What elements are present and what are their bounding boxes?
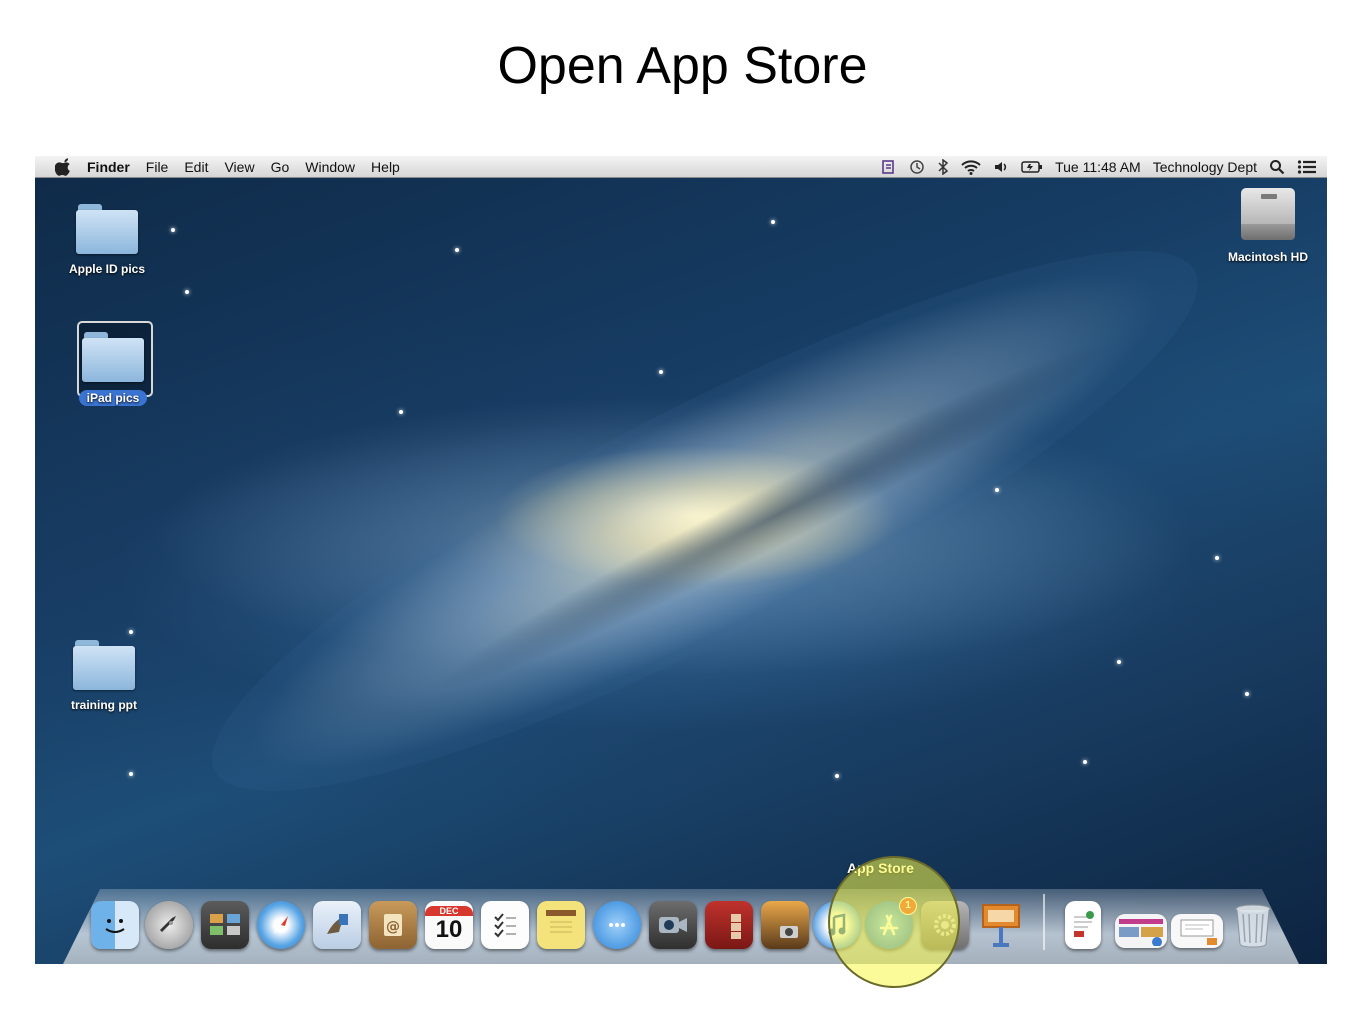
calendar-day: 10 [435,916,463,943]
hard-drive-icon [1241,188,1295,242]
app-store-icon[interactable]: 1 [865,897,917,949]
mail-icon[interactable] [313,901,361,949]
notification-center-icon[interactable] [1297,159,1317,175]
safari-icon[interactable] [257,901,305,949]
trash-icon[interactable] [1229,901,1277,949]
messages-icon[interactable] [593,901,641,949]
facetime-icon[interactable] [649,901,697,949]
folder-icon [76,204,138,254]
battery-icon[interactable] [1021,160,1043,174]
desktop-folder-apple-id-pics[interactable]: Apple ID pics [52,204,162,276]
slide-title: Open App Store [497,37,868,95]
menu-go[interactable]: Go [271,159,290,175]
menu-finder[interactable]: Finder [87,159,130,175]
menu-window[interactable]: Window [305,159,355,175]
finder-icon[interactable] [91,901,139,949]
desktop-drive-label: Macintosh HD [1227,250,1308,264]
spotlight-search-icon[interactable] [1269,159,1285,175]
star [399,410,403,414]
iphoto-icon[interactable] [761,901,809,949]
calendar-month: DEC [425,906,473,916]
menu-file[interactable]: File [146,159,169,175]
keynote-icon[interactable] [977,901,1025,949]
menubar-clock[interactable]: Tue 11:48 AM [1055,159,1141,175]
update-count-badge: 1 [899,897,917,915]
star [1215,556,1219,560]
desktop-folder-label: iPad pics [78,390,148,406]
folder-icon [73,640,135,690]
volume-icon[interactable] [993,159,1009,175]
wifi-icon[interactable] [961,159,981,175]
star [835,774,839,778]
menubar-user[interactable]: Technology Dept [1153,159,1257,175]
menu-help[interactable]: Help [371,159,400,175]
star [455,248,459,252]
mission-control-icon[interactable] [201,901,249,949]
star [659,370,663,374]
desktop-drive-macintosh-hd[interactable]: Macintosh HD [1213,188,1323,264]
time-machine-icon[interactable] [909,159,925,175]
downloads-stack-icon[interactable] [1115,914,1167,948]
star [129,772,133,776]
dock-separator[interactable] [1043,894,1045,950]
star [995,488,999,492]
photo-booth-icon[interactable] [705,901,753,949]
desktop-folder-label: training ppt [71,698,137,712]
document-stack-icon[interactable] [1065,901,1101,949]
mac-desktop-screen: Finder File Edit View Go Window Help Tue… [35,156,1327,964]
bluetooth-icon[interactable] [937,158,949,175]
menu-view[interactable]: View [224,159,254,175]
contacts-icon[interactable]: @ [369,901,417,949]
menu-bar: Finder File Edit View Go Window Help Tue… [35,156,1327,178]
notes-icon[interactable] [537,901,585,949]
folder-icon [82,332,144,382]
menu-extras: Tue 11:48 AM Technology Dept [869,156,1317,177]
star [171,228,175,232]
script-menu-icon[interactable] [881,159,897,175]
itunes-icon[interactable] [813,901,861,949]
star [185,290,189,294]
desktop-folder-label: Apple ID pics [68,262,145,276]
system-preferences-icon[interactable] [921,901,969,949]
desktop-folder-ipad-pics[interactable]: iPad pics [58,332,168,407]
svg-text:@: @ [386,919,400,935]
star [129,630,133,634]
star [1083,760,1087,764]
launchpad-icon[interactable] [145,901,193,949]
star [1245,692,1249,696]
calendar-icon[interactable]: DEC 10 [425,901,473,949]
apple-menu-icon[interactable] [55,157,73,176]
screenshot-stack-icon[interactable] [1171,914,1223,948]
star [1117,660,1121,664]
menu-edit[interactable]: Edit [184,159,208,175]
desktop-folder-training-ppt[interactable]: training ppt [49,640,159,712]
reminders-icon[interactable] [481,901,529,949]
dock-tooltip: App Store [847,860,914,876]
star [771,220,775,224]
